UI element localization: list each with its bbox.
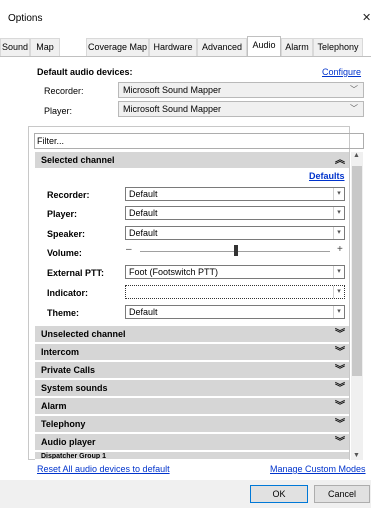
defaults-link[interactable]: Defaults — [309, 171, 345, 181]
external-ptt-combo[interactable]: Foot (Footswitch PTT) ▾ — [125, 265, 345, 279]
speaker-combo[interactable]: Default ▾ — [125, 226, 345, 240]
section-intercom[interactable]: Intercom ︾ — [35, 344, 349, 361]
recorder-dropdown[interactable]: Microsoft Sound Mapper ﹀ — [118, 82, 364, 98]
dropdown-arrow-icon[interactable]: ▾ — [333, 207, 344, 219]
section-title: Alarm — [41, 401, 67, 411]
close-icon[interactable]: ✕ — [362, 11, 371, 24]
field-label-recorder: Recorder: — [47, 190, 90, 200]
section-alarm[interactable]: Alarm ︾ — [35, 398, 349, 415]
section-selected-channel[interactable]: Selected channel ︽ — [35, 152, 349, 169]
expand-icon[interactable]: ︾ — [335, 326, 345, 343]
section-title: System sounds — [41, 383, 108, 393]
expand-icon[interactable]: ︾ — [335, 416, 345, 433]
dropdown-arrow-icon[interactable]: ▾ — [333, 266, 344, 278]
field-label-indicator: Indicator: — [47, 288, 89, 298]
theme-combo[interactable]: Default ▾ — [125, 305, 345, 319]
chevron-down-icon: ﹀ — [350, 85, 358, 94]
configure-link[interactable]: Configure — [322, 67, 361, 77]
dropdown-arrow-icon[interactable]: ▾ — [333, 227, 344, 239]
dropdown-arrow-icon[interactable]: ▾ — [333, 306, 344, 318]
volume-plus-icon[interactable]: + — [337, 244, 343, 255]
combo-value: Default — [129, 228, 158, 238]
volume-minus-icon[interactable]: – — [126, 244, 132, 255]
expand-icon[interactable]: ︾ — [335, 380, 345, 397]
section-dispatcher-group-1[interactable]: Dispatcher Group 1 — [35, 452, 349, 460]
player-value: Microsoft Sound Mapper — [123, 104, 222, 114]
section-title: Selected channel — [41, 155, 115, 165]
section-title: Intercom — [41, 347, 80, 357]
volume-slider-thumb[interactable] — [234, 245, 238, 256]
tab-hardware[interactable]: Hardware — [149, 38, 197, 56]
expand-icon[interactable]: ︾ — [335, 398, 345, 415]
manage-custom-modes-link[interactable]: Manage Custom Modes — [270, 464, 366, 474]
combo-value: Default — [129, 208, 158, 218]
section-title: Private Calls — [41, 365, 96, 375]
expand-icon[interactable]: ︾ — [335, 434, 345, 451]
player-combo[interactable]: Default ▾ — [125, 206, 345, 220]
scroll-down-icon[interactable]: ▼ — [353, 452, 360, 459]
cancel-button[interactable]: Cancel — [314, 485, 370, 503]
field-label-volume: Volume: — [47, 248, 82, 258]
tab-bar: Sound Map Coverage Map Hardware Advanced… — [0, 36, 371, 57]
recorder-value: Microsoft Sound Mapper — [123, 85, 222, 95]
combo-value: Default — [129, 307, 158, 317]
tab-advanced[interactable]: Advanced — [197, 38, 247, 56]
expand-icon[interactable]: ︾ — [335, 362, 345, 379]
scrollbar-thumb[interactable] — [352, 166, 362, 376]
indicator-combo[interactable]: ▾ — [125, 285, 345, 299]
section-audio-player[interactable]: Audio player ︾ — [35, 434, 349, 451]
player-label: Player: — [44, 106, 73, 116]
tab-sound[interactable]: Sound — [0, 38, 30, 56]
tab-map[interactable]: Map — [30, 38, 60, 56]
expand-icon[interactable]: ︾ — [335, 344, 345, 361]
filter-input[interactable]: Filter... — [34, 133, 364, 149]
scroll-up-icon[interactable]: ▲ — [353, 152, 360, 159]
section-system-sounds[interactable]: System sounds ︾ — [35, 380, 349, 397]
field-label-theme: Theme: — [47, 308, 80, 318]
default-devices-heading: Default audio devices: — [37, 67, 133, 77]
reset-devices-link[interactable]: Reset All audio devices to default — [37, 464, 170, 474]
tab-audio[interactable]: Audio — [247, 36, 281, 57]
section-title: Telephony — [41, 419, 86, 429]
section-title: Dispatcher Group 1 — [41, 453, 106, 460]
ok-button[interactable]: OK — [250, 485, 308, 503]
collapse-icon[interactable]: ︽ — [335, 152, 345, 169]
recorder-label: Recorder: — [44, 86, 84, 96]
dropdown-arrow-icon[interactable]: ▾ — [333, 188, 344, 200]
section-title: Audio player — [41, 437, 96, 447]
field-label-player: Player: — [47, 209, 78, 219]
chevron-down-icon: ﹀ — [350, 104, 358, 113]
section-title: Unselected channel — [41, 329, 126, 339]
tab-alarm[interactable]: Alarm — [281, 38, 313, 56]
window-title: Options — [8, 13, 43, 24]
field-label-speaker: Speaker: — [47, 229, 86, 239]
tab-telephony[interactable]: Telephony — [313, 38, 363, 56]
dropdown-arrow-icon[interactable]: ▾ — [333, 286, 344, 298]
section-unselected-channel[interactable]: Unselected channel ︾ — [35, 326, 349, 343]
combo-value: Foot (Footswitch PTT) — [129, 267, 219, 277]
player-dropdown[interactable]: Microsoft Sound Mapper ﹀ — [118, 101, 364, 117]
section-private-calls[interactable]: Private Calls ︾ — [35, 362, 349, 379]
field-label-external-ptt: External PTT: — [47, 268, 105, 278]
tab-coverage-map[interactable]: Coverage Map — [86, 38, 149, 56]
title-bar — [0, 0, 371, 32]
recorder-combo[interactable]: Default ▾ — [125, 187, 345, 201]
combo-value: Default — [129, 189, 158, 199]
section-telephony[interactable]: Telephony ︾ — [35, 416, 349, 433]
